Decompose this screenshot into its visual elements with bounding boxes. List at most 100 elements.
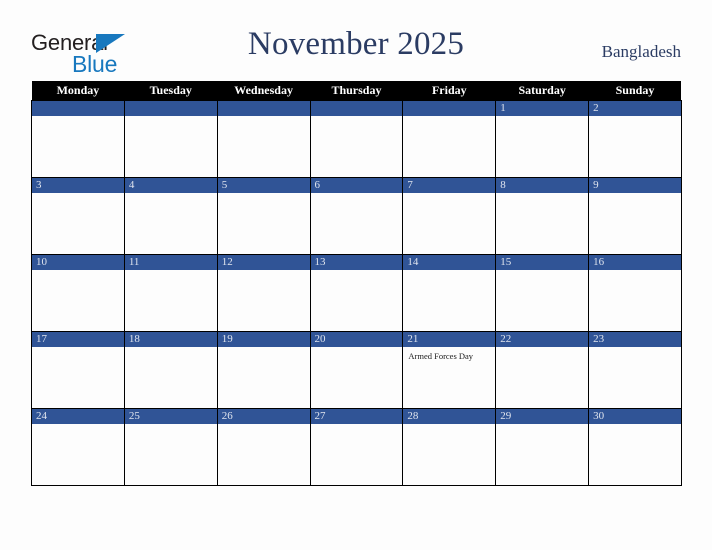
date-number: 4 <box>124 178 217 193</box>
calendar-day-cell[interactable]: 8 <box>495 177 590 255</box>
calendar-day-cell[interactable]: 11 <box>123 254 218 332</box>
calendar-day-cell[interactable]: 23 <box>588 331 682 409</box>
calendar-day-cell[interactable]: 4 <box>123 177 218 255</box>
calendar-empty-cell <box>31 100 125 178</box>
date-number: 16 <box>589 255 681 270</box>
calendar-day-cell[interactable]: 5 <box>216 177 311 255</box>
day-cell-inner: 4 <box>124 178 217 254</box>
day-cell-inner: 3 <box>32 178 124 254</box>
calendar-day-cell[interactable]: 29 <box>495 408 590 486</box>
country-label: Bangladesh <box>601 42 681 61</box>
day-cell-inner: 29 <box>496 409 589 485</box>
day-cell-inner <box>403 101 496 177</box>
date-number: 30 <box>589 409 681 424</box>
calendar-grid: Monday Tuesday Wednesday Thursday Friday… <box>31 81 682 486</box>
day-cell-inner: 5 <box>217 178 310 254</box>
day-cell-inner: 13 <box>310 255 403 331</box>
calendar-day-cell[interactable]: 6 <box>309 177 404 255</box>
day-cell-inner: 21 Armed Forces Day <box>403 332 496 408</box>
date-number: 26 <box>217 409 310 424</box>
day-cell-inner: 25 <box>124 409 217 485</box>
calendar-day-cell[interactable]: 14 <box>402 254 497 332</box>
date-number: 9 <box>589 178 681 193</box>
day-cell-inner: 1 <box>496 101 589 177</box>
calendar-day-cell[interactable]: 3 <box>31 177 125 255</box>
calendar-day-cell[interactable]: 19 <box>216 331 311 409</box>
day-cell-inner <box>124 101 217 177</box>
calendar-day-cell[interactable]: 16 <box>588 254 682 332</box>
day-cell-inner: 16 <box>589 255 681 331</box>
calendar-day-cell[interactable]: 15 <box>495 254 590 332</box>
calendar-day-cell[interactable]: 21 Armed Forces Day <box>402 331 497 409</box>
calendar-day-cell[interactable]: 27 <box>309 408 404 486</box>
day-cell-inner: 20 <box>310 332 403 408</box>
date-number: 2 <box>589 101 681 116</box>
calendar-day-cell[interactable]: 28 <box>402 408 497 486</box>
date-number: 23 <box>589 332 681 347</box>
calendar-empty-cell <box>216 100 311 178</box>
date-number: 6 <box>310 178 403 193</box>
weekday-header-friday: Friday <box>402 81 496 101</box>
date-number: 5 <box>217 178 310 193</box>
calendar-day-cell[interactable]: 24 <box>31 408 125 486</box>
calendar-day-cell[interactable]: 22 <box>495 331 590 409</box>
calendar-day-cell[interactable]: 25 <box>123 408 218 486</box>
page-header: General Blue November 2025 Bangladesh <box>0 0 712 80</box>
calendar-day-cell[interactable]: 12 <box>216 254 311 332</box>
day-cell-inner: 8 <box>496 178 589 254</box>
calendar-day-cell[interactable]: 2 <box>588 100 682 178</box>
date-number: 19 <box>217 332 310 347</box>
calendar-week-row: 17 18 19 20 21 Armed Forces Day 22 23 <box>31 331 682 409</box>
day-cell-inner: 9 <box>589 178 681 254</box>
calendar-day-cell[interactable]: 18 <box>123 331 218 409</box>
date-number <box>32 101 124 116</box>
weekday-header-wednesday: Wednesday <box>217 81 311 101</box>
day-cell-inner: 11 <box>124 255 217 331</box>
calendar-week-row: 10 11 12 13 14 15 16 <box>31 254 682 332</box>
day-cell-inner <box>310 101 403 177</box>
date-number <box>217 101 310 116</box>
day-cell-inner: 30 <box>589 409 681 485</box>
calendar-day-cell[interactable]: 20 <box>309 331 404 409</box>
calendar-day-cell[interactable]: 7 <box>402 177 497 255</box>
calendar-day-cell[interactable]: 13 <box>309 254 404 332</box>
date-number: 3 <box>32 178 124 193</box>
calendar-body: 1 2 3 4 5 6 7 8 9 10 11 12 13 14 15 16 17 18 19 20 21 Armed F… <box>31 100 682 486</box>
weekday-header-monday: Monday <box>31 81 125 101</box>
day-cell-inner <box>32 101 124 177</box>
date-number: 13 <box>310 255 403 270</box>
day-cell-inner: 14 <box>403 255 496 331</box>
day-cell-inner: 12 <box>217 255 310 331</box>
weekday-header-row: Monday Tuesday Wednesday Thursday Friday… <box>31 81 682 101</box>
calendar-day-cell[interactable]: 17 <box>31 331 125 409</box>
day-cell-inner: 22 <box>496 332 589 408</box>
weekday-header-saturday: Saturday <box>495 81 589 101</box>
date-number <box>310 101 403 116</box>
date-number: 12 <box>217 255 310 270</box>
day-cell-inner: 15 <box>496 255 589 331</box>
calendar-day-cell[interactable]: 26 <box>216 408 311 486</box>
weekday-header-tuesday: Tuesday <box>124 81 218 101</box>
date-number: 28 <box>403 409 496 424</box>
date-number: 10 <box>32 255 124 270</box>
day-cell-inner: 24 <box>32 409 124 485</box>
calendar-day-cell[interactable]: 10 <box>31 254 125 332</box>
weekday-header-sunday: Sunday <box>588 81 682 101</box>
day-cell-inner: 23 <box>589 332 681 408</box>
calendar-week-row: 3456789 <box>31 177 682 255</box>
day-cell-inner: 10 <box>32 255 124 331</box>
date-number: 20 <box>310 332 403 347</box>
day-cell-inner: 28 <box>403 409 496 485</box>
weekday-header-thursday: Thursday <box>310 81 403 101</box>
calendar-week-row: 12 <box>31 100 682 178</box>
date-number: 15 <box>496 255 589 270</box>
date-number: 1 <box>496 101 589 116</box>
day-cell-inner: 17 <box>32 332 124 408</box>
calendar-day-cell[interactable]: 1 <box>495 100 590 178</box>
calendar-day-cell[interactable]: 30 <box>588 408 682 486</box>
day-cell-inner: 7 <box>403 178 496 254</box>
day-cell-inner: 18 <box>124 332 217 408</box>
calendar-week-row: 24 25 26 27 28 29 30 <box>31 408 682 486</box>
date-number <box>403 101 496 116</box>
calendar-day-cell[interactable]: 9 <box>588 177 682 255</box>
